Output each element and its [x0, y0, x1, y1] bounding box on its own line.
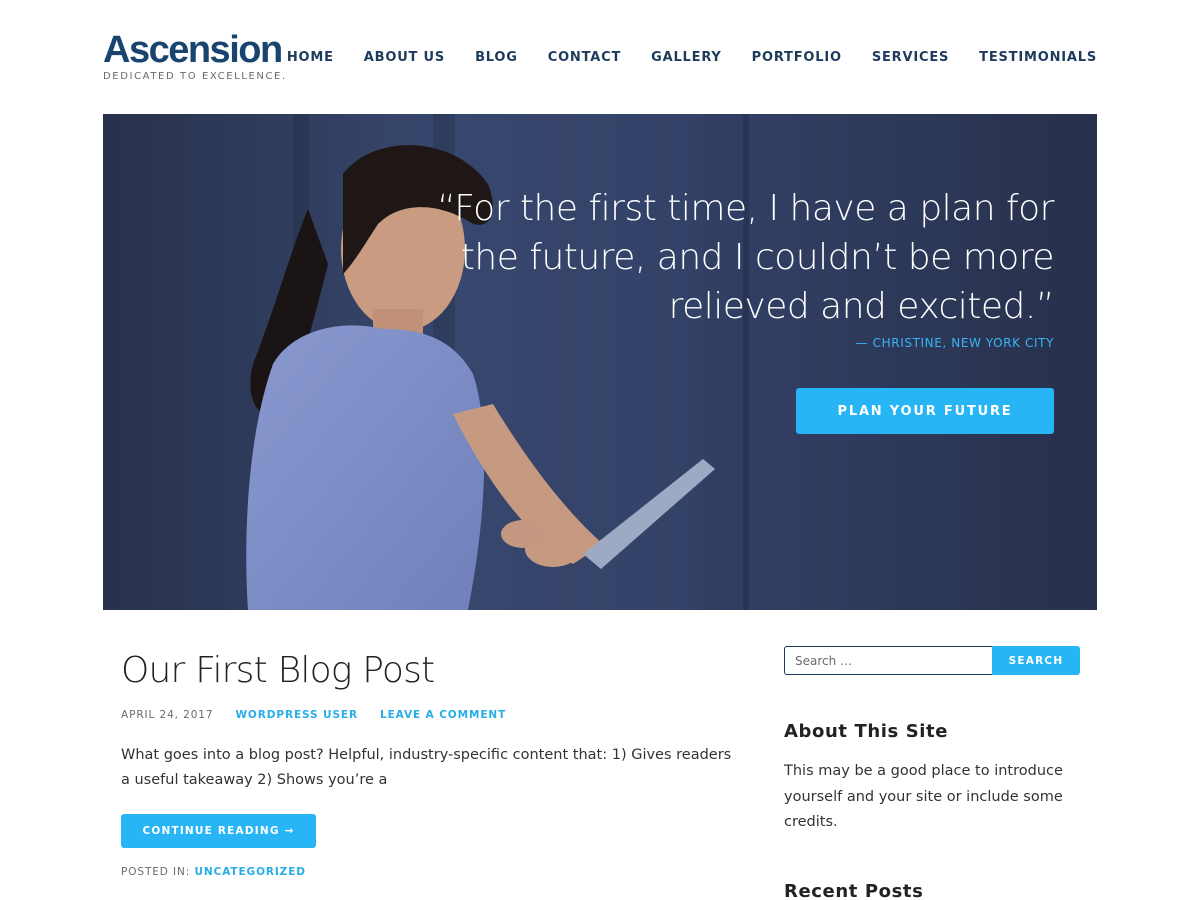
- search-button[interactable]: SEARCH: [992, 646, 1080, 675]
- main-nav: HOME ABOUT US BLOG CONTACT GALLERY PORTF…: [287, 50, 1097, 65]
- post-date[interactable]: APRIL 24, 2017: [121, 709, 213, 721]
- plan-your-future-button[interactable]: PLAN YOUR FUTURE: [796, 388, 1054, 434]
- recent-posts-title: Recent Posts: [784, 880, 924, 900]
- post-title[interactable]: Our First Blog Post: [121, 648, 751, 694]
- post-meta: APRIL 24, 2017 WORDPRESS USER LEAVE A CO…: [121, 709, 751, 721]
- nav-item-gallery[interactable]: GALLERY: [651, 50, 722, 65]
- about-widget-title: About This Site: [784, 721, 949, 742]
- continue-reading-button[interactable]: CONTINUE READING →: [121, 814, 316, 848]
- site-tagline: DEDICATED TO EXCELLENCE.: [103, 71, 287, 82]
- post-author-link[interactable]: WORDPRESS USER: [235, 709, 358, 721]
- category-link[interactable]: UNCATEGORIZED: [194, 866, 305, 878]
- posted-in-label: POSTED IN:: [121, 866, 191, 878]
- testimonial-attribution: — CHRISTINE, NEW YORK CITY: [855, 336, 1054, 350]
- sidebar: SEARCH About This Site This may be a goo…: [784, 646, 1080, 900]
- nav-item-contact[interactable]: CONTACT: [548, 50, 621, 65]
- nav-item-about-us[interactable]: ABOUT US: [364, 50, 445, 65]
- nav-item-testimonials[interactable]: TESTIMONIALS: [979, 50, 1097, 65]
- nav-item-home[interactable]: HOME: [287, 50, 334, 65]
- hero-banner: “For the first time, I have a plan for t…: [103, 114, 1097, 610]
- nav-item-services[interactable]: SERVICES: [872, 50, 949, 65]
- nav-item-portfolio[interactable]: PORTFOLIO: [752, 50, 842, 65]
- nav-item-blog[interactable]: BLOG: [475, 50, 518, 65]
- post-categories: POSTED IN: UNCATEGORIZED: [121, 866, 751, 878]
- search-input[interactable]: [784, 646, 992, 675]
- blog-post: Our First Blog Post APRIL 24, 2017 WORDP…: [121, 648, 751, 878]
- site-logo[interactable]: Ascension: [103, 30, 287, 70]
- testimonial-quote: “For the first time, I have a plan for t…: [437, 188, 1054, 327]
- leave-comment-link[interactable]: LEAVE A COMMENT: [380, 709, 506, 721]
- about-widget-text: This may be a good place to introduce yo…: [784, 763, 1063, 830]
- search-form: SEARCH: [784, 646, 1080, 675]
- site-branding: Ascension DEDICATED TO EXCELLENCE.: [103, 30, 287, 82]
- post-excerpt: What goes into a blog post? Helpful, ind…: [121, 747, 732, 788]
